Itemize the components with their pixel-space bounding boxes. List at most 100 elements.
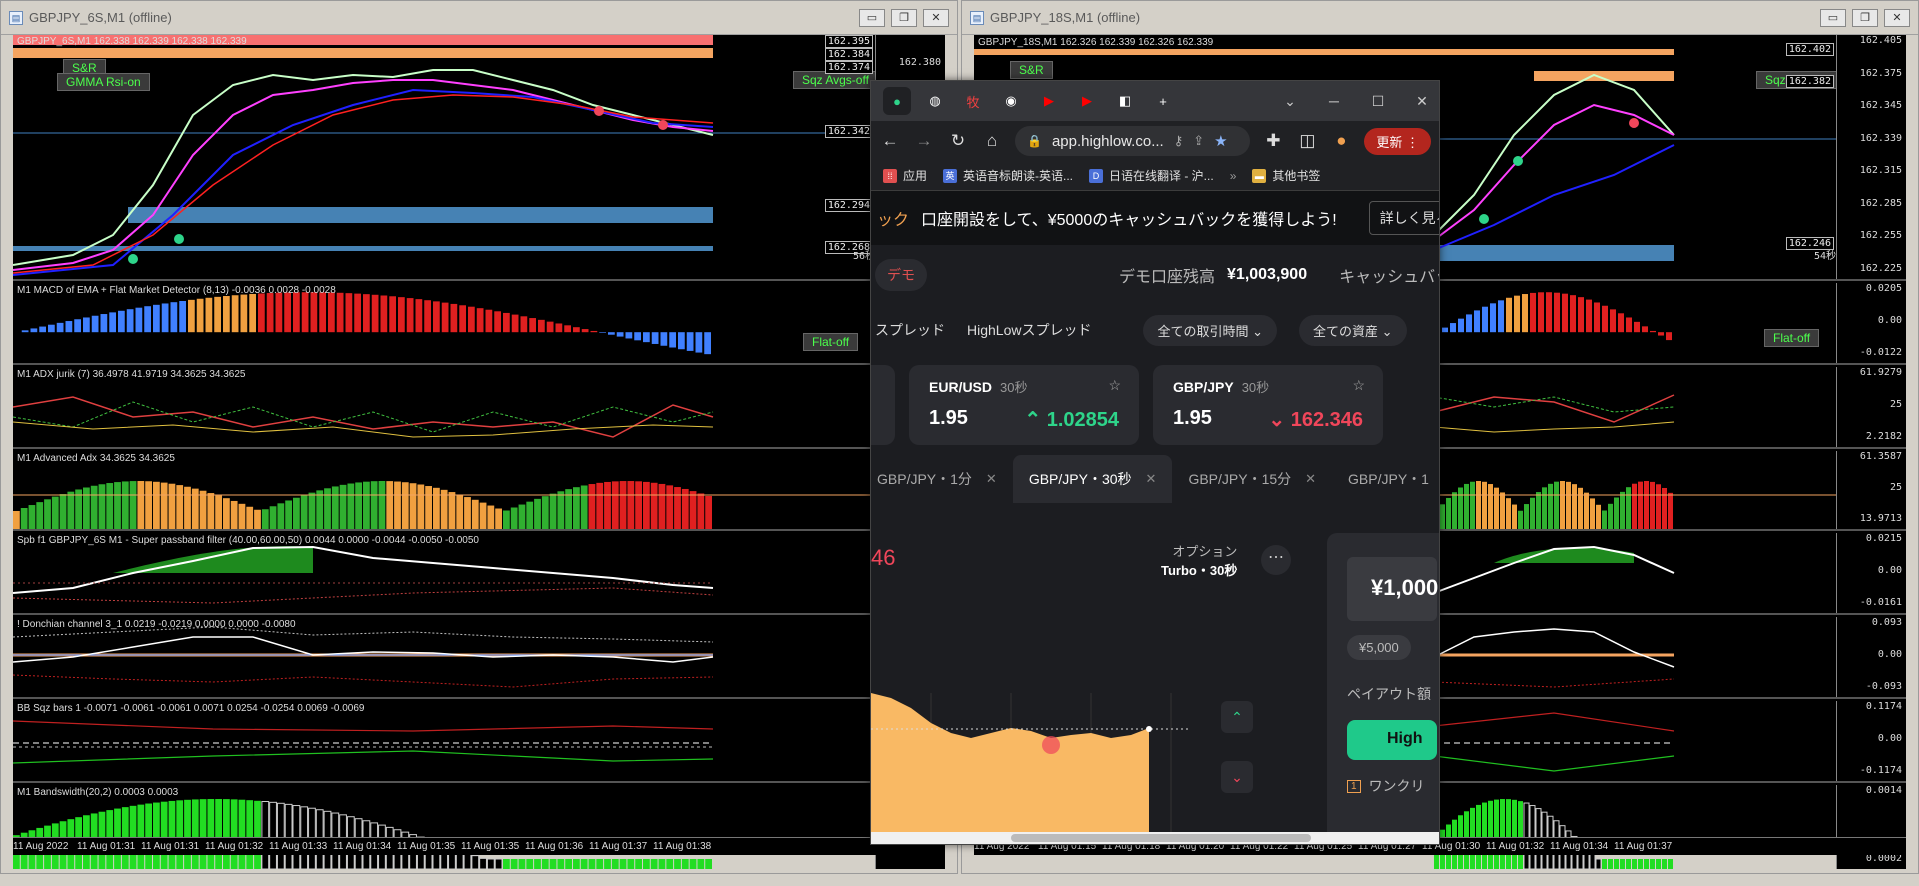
details-button[interactable]: 詳しく見る bbox=[1368, 201, 1439, 235]
youtube-tab-icon[interactable]: ▶ bbox=[1073, 87, 1101, 115]
gmma-rsi-button[interactable]: GMMA Rsi-on bbox=[57, 73, 150, 91]
axis-label: 0.0014 bbox=[1865, 785, 1902, 796]
address-bar[interactable]: 🔒 app.highlow.co... ⚷ ⇪ ★ bbox=[1015, 126, 1251, 156]
amount-chip[interactable]: ¥5,000 bbox=[1347, 635, 1411, 660]
favorite-star-icon[interactable]: ☆ bbox=[1108, 377, 1121, 394]
update-button[interactable]: 更新 ⋮ bbox=[1364, 127, 1431, 155]
histogram-bar bbox=[1626, 487, 1631, 529]
browser-window[interactable]: ● ◍ 牧 ◉ ▶ ▶ ◧ + ⌄ ─ ☐ ✕ ← → ↻ ⌂ 🔒 app.hi… bbox=[870, 80, 1440, 845]
bb-sqz-pane[interactable]: BB Sqz bars 1 -0.0071 -0.0061 -0.0061 0.… bbox=[13, 701, 945, 783]
minimize-button[interactable]: ▭ bbox=[859, 8, 885, 27]
favorite-star-icon[interactable]: ☆ bbox=[1352, 377, 1365, 394]
bookmark-apps[interactable]: ⁞⁞ 应用 bbox=[883, 167, 927, 184]
demo-pill[interactable]: デモ bbox=[875, 259, 927, 291]
close-button[interactable]: ✕ bbox=[1405, 93, 1439, 110]
histogram-bar bbox=[1470, 481, 1475, 529]
asset-dropdown[interactable]: 全ての資産 ⌄ bbox=[1299, 314, 1407, 346]
asset-tab[interactable]: GBP/JPY・15分 ✕ bbox=[1172, 455, 1332, 503]
new-tab-icon[interactable]: + bbox=[1149, 87, 1177, 115]
advanced-adx-pane[interactable]: M1 Advanced Adx 34.3625 34.3625 bbox=[13, 451, 945, 531]
restore-button[interactable]: ❐ bbox=[1852, 8, 1878, 27]
star-icon[interactable]: ★ bbox=[1214, 132, 1227, 150]
donchian-pane[interactable]: ! Donchian channel 3_1 0.0219 -0.0219 0.… bbox=[13, 617, 945, 699]
dark-tab-icon[interactable]: ◉ bbox=[997, 87, 1025, 115]
share-icon[interactable]: ⇪ bbox=[1193, 133, 1204, 149]
chevron-down-icon[interactable]: ⌄ bbox=[1273, 93, 1307, 110]
horizontal-scrollbar[interactable] bbox=[871, 832, 1439, 844]
more-options-icon[interactable]: ⋯ bbox=[1261, 545, 1291, 575]
filter-spread[interactable]: スプレッド bbox=[875, 320, 945, 340]
close-tab-icon[interactable]: ✕ bbox=[1305, 471, 1316, 487]
sr-button[interactable]: S&R bbox=[1010, 61, 1053, 79]
time-axis: 11 Aug 2022 11 Aug 01:31 11 Aug 01:31 11 Au… bbox=[13, 837, 945, 855]
maximize-button[interactable]: ☐ bbox=[1361, 93, 1395, 110]
globe-tab-icon[interactable]: ◍ bbox=[921, 87, 949, 115]
close-button[interactable]: ✕ bbox=[1884, 8, 1910, 27]
bookmark-other[interactable]: ▬ 其他书签 bbox=[1252, 167, 1320, 184]
key-icon[interactable]: ⚷ bbox=[1174, 133, 1184, 149]
histogram-bar bbox=[223, 498, 230, 529]
adx-axis: 61.9279 25 2.2182 bbox=[1836, 367, 1906, 447]
histogram-bar bbox=[1620, 491, 1625, 529]
red-tab-icon[interactable]: 牧 bbox=[959, 87, 987, 115]
oneclick-toggle[interactable]: 1 ワンクリ bbox=[1347, 776, 1437, 796]
histogram-bar bbox=[1596, 504, 1601, 529]
axis-label: -0.0161 bbox=[1859, 597, 1902, 608]
close-tab-icon[interactable]: ✕ bbox=[1146, 471, 1157, 487]
overflow-chevron-icon[interactable]: » bbox=[1230, 169, 1237, 183]
histogram-bar bbox=[689, 859, 697, 869]
investment-amount[interactable]: ¥1,000 bbox=[1347, 557, 1438, 621]
split-view-icon[interactable]: ◫ bbox=[1296, 131, 1318, 151]
minimize-button[interactable]: ▭ bbox=[1820, 8, 1846, 27]
main-price-pane[interactable]: GBPJPY_6S,M1 162.338 162.339 162.338 162… bbox=[13, 35, 945, 281]
chart-up-arrow-icon[interactable]: ⌃ bbox=[1221, 701, 1253, 733]
window-titlebar[interactable]: ▤ GBPJPY_6S,M1 (offline) ▭ ❐ ✕ bbox=[1, 1, 957, 35]
macd-pane[interactable]: M1 MACD of EMA + Flat Market Detector (8… bbox=[13, 283, 945, 365]
flat-button[interactable]: Flat-off bbox=[803, 333, 859, 351]
bookmark-item[interactable]: 英英语音标朗读-英语... bbox=[943, 167, 1073, 184]
asset-card-eurusd[interactable]: EUR/USD 30秒 ☆ 1.95 ⌃ 1.02854 bbox=[909, 365, 1139, 445]
histogram-bar bbox=[555, 323, 563, 333]
asset-tab[interactable]: GBP/JPY・1分 ✕ bbox=[871, 455, 1013, 503]
asset-tab[interactable]: GBP/JPY・1 bbox=[1332, 455, 1439, 503]
back-icon[interactable]: ← bbox=[879, 131, 901, 151]
window-titlebar[interactable]: ▤ GBPJPY_18S,M1 (offline) ▭ ❐ ✕ bbox=[962, 1, 1918, 35]
chart-down-arrow-icon[interactable]: ⌄ bbox=[1221, 761, 1253, 793]
restore-button[interactable]: ❐ bbox=[891, 8, 917, 27]
profile-icon[interactable]: ● bbox=[1330, 131, 1352, 151]
bookmark-item[interactable]: D 日语在线翻译 - 沪... bbox=[1089, 167, 1214, 184]
reload-icon[interactable]: ↻ bbox=[947, 131, 969, 151]
bandwidth-pane[interactable]: M1 Bandswidth(20,2) 0.0003 0.0003 bbox=[13, 785, 945, 869]
asset-card-gbpjpy[interactable]: GBP/JPY 30秒 ☆ 1.95 ⌄ 162.346 bbox=[1153, 365, 1383, 445]
highlow-tab-icon[interactable]: ● bbox=[883, 87, 911, 115]
asset-tabs: GBP/JPY・1分 ✕ GBP/JPY・30秒 ✕ GBP/JPY・15分 ✕ GB… bbox=[871, 455, 1439, 503]
asset-card-partial[interactable]: 9 bbox=[871, 365, 895, 445]
youtube-tab-icon[interactable]: ▶ bbox=[1035, 87, 1063, 115]
chart-window-left[interactable]: ▤ GBPJPY_6S,M1 (offline) ▭ ❐ ✕ GBPJPY_6S… bbox=[0, 0, 958, 874]
histogram-bar bbox=[1512, 504, 1517, 529]
price-axis-label: 162.380 bbox=[898, 57, 941, 68]
histogram-bar bbox=[36, 502, 44, 529]
scrollbar-thumb[interactable] bbox=[1011, 834, 1311, 842]
app-tab-icon[interactable]: ◧ bbox=[1111, 87, 1139, 115]
chart-area[interactable]: GBPJPY_6S,M1 162.338 162.339 162.338 162… bbox=[13, 35, 945, 869]
flat-button[interactable]: Flat-off bbox=[1764, 329, 1820, 347]
super-passband-pane[interactable]: Spb f1 GBPJPY_6S M1 - Super passband fil… bbox=[13, 533, 945, 615]
histogram-bar bbox=[261, 801, 270, 869]
close-button[interactable]: ✕ bbox=[923, 8, 949, 27]
high-button[interactable]: High bbox=[1347, 720, 1437, 760]
histogram-bar bbox=[223, 799, 230, 869]
home-icon[interactable]: ⌂ bbox=[981, 131, 1003, 151]
forward-icon[interactable]: → bbox=[913, 131, 935, 151]
asset-tab-active[interactable]: GBP/JPY・30秒 ✕ bbox=[1012, 455, 1173, 503]
close-tab-icon[interactable]: ✕ bbox=[986, 471, 997, 487]
histogram-bar bbox=[223, 296, 230, 333]
histogram-bar bbox=[581, 329, 589, 333]
extensions-icon[interactable]: ✚ bbox=[1262, 131, 1284, 151]
adx-jurik-pane[interactable]: M1 ADX jurik (7) 36.4978 41.9719 34.3625… bbox=[13, 367, 945, 449]
histogram-bar bbox=[1602, 859, 1607, 869]
minimize-button[interactable]: ─ bbox=[1317, 93, 1351, 109]
filter-highlow-spread[interactable]: HighLowスプレッド bbox=[967, 320, 1091, 340]
price-level-tag: 162.395 bbox=[824, 35, 873, 48]
trade-time-dropdown[interactable]: 全ての取引時間 ⌄ bbox=[1143, 314, 1278, 346]
